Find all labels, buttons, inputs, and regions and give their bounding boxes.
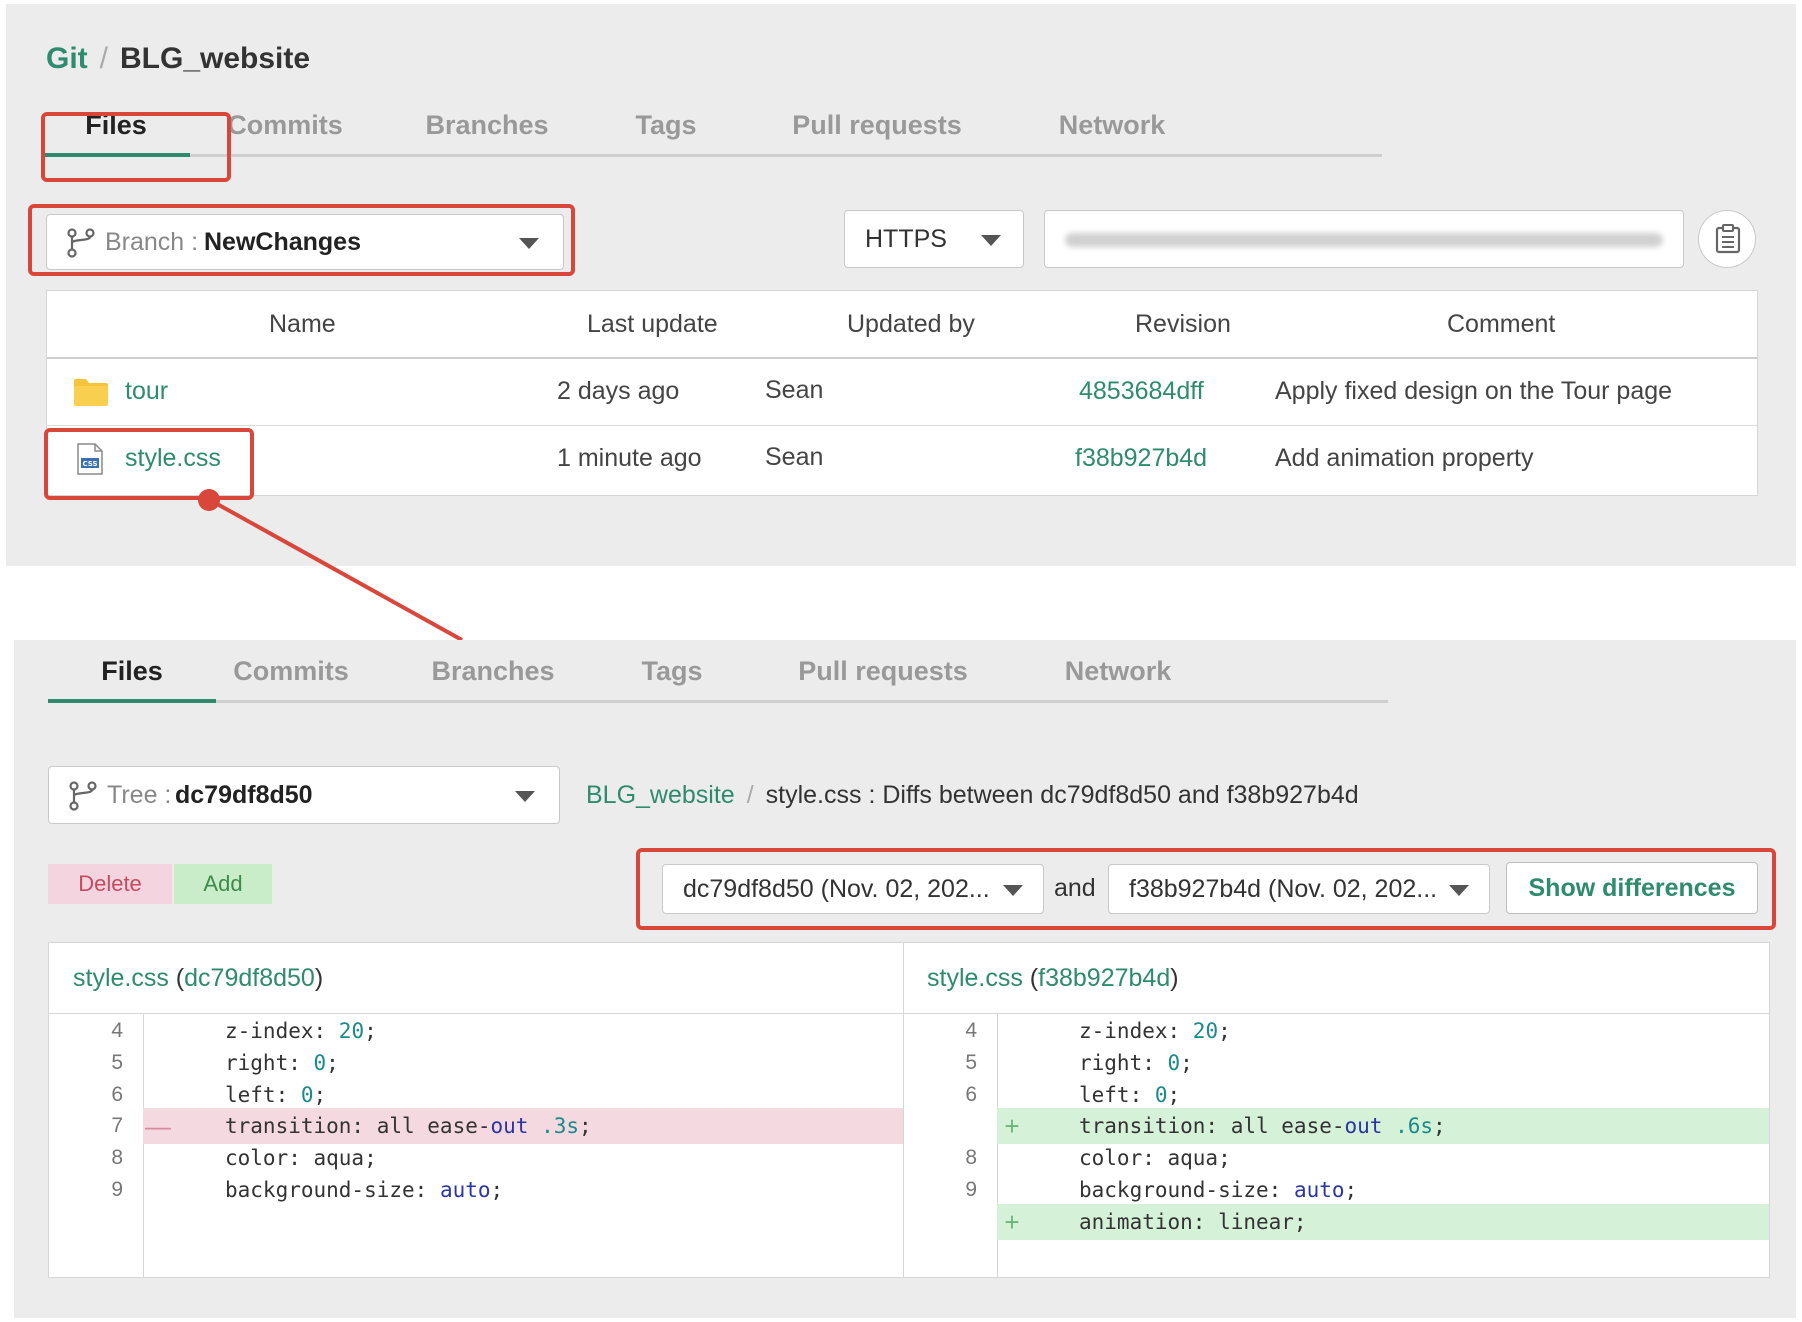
diff-line: 4 z-index: 20; [49,1013,903,1049]
line-number: 5 [965,1050,977,1074]
chevron-down-icon [1003,885,1023,896]
tab-pull-requests[interactable]: Pull requests [778,644,988,700]
left-file-name[interactable]: style.css [73,964,169,992]
tab-network[interactable]: Network [1048,644,1188,700]
line-number: 6 [111,1082,123,1106]
compare-and-label: and [1054,874,1096,902]
to-revision-select[interactable]: f38b927b4d (Nov. 02, 202... [1108,864,1490,914]
line-number: 8 [965,1146,977,1170]
diff-line: + transition: all ease-out .6s; [903,1108,1769,1145]
right-file-header: style.css (f38b927b4d) [927,964,1179,992]
line-number: 6 [965,1082,977,1106]
code-text: color: aqua; [1079,1146,1231,1171]
tab-files[interactable]: Files [48,644,216,703]
diff-line: 4 z-index: 20; [903,1013,1769,1049]
left-file-header: style.css (dc79df8d50) [73,964,324,992]
line-number: 4 [111,1019,123,1042]
right-file-name[interactable]: style.css [927,964,1023,992]
line-number: 5 [111,1050,123,1074]
tree-label: Tree : [107,781,172,809]
left-file-rev[interactable]: dc79df8d50 [184,964,315,992]
diff-line: 9 background-size: auto; [49,1172,903,1208]
code-text: background-size: auto; [225,1178,504,1202]
code-text: transition: all ease-out .6s; [1079,1114,1446,1139]
branch-icon [69,781,97,811]
line-number: 4 [965,1019,977,1042]
path-separator: / [746,781,754,809]
code-text: animation: linear; [1079,1209,1307,1234]
path-repo-link[interactable]: BLG_website [586,781,735,809]
code-text: z-index: 20; [225,1019,377,1043]
chevron-down-icon [1449,885,1469,896]
right-file-rev[interactable]: f38b927b4d [1038,964,1170,992]
diff-path: BLG_website / style.css : Diffs between dc… [586,766,1359,824]
line-number: 9 [965,1178,977,1201]
added-line-icon: + [1004,1206,1020,1237]
code-text: background-size: auto; [1079,1178,1358,1202]
code-text: left: 0; [1079,1082,1181,1107]
added-line-icon: + [1004,1111,1020,1142]
from-revision-select[interactable]: dc79df8d50 (Nov. 02, 202... [662,864,1044,914]
tab-commits[interactable]: Commits [216,644,366,700]
line-number: 8 [111,1146,123,1170]
code-text: right: 0; [1079,1050,1193,1075]
diff-line: 9 background-size: auto; [903,1172,1769,1208]
diff-line: 6 left: 0; [903,1077,1769,1113]
tab-bar: Files Commits Branches Tags Pull request… [48,644,1388,703]
code-text: right: 0; [225,1050,339,1075]
diff-line: — 7 transition: all ease-out .3s; [49,1108,903,1145]
diff-view: style.css (dc79df8d50) style.css (f38b92… [48,942,1770,1278]
diff-line: 6 left: 0; [49,1077,903,1113]
left-diff-pane: 4 z-index: 20; 5 right: 0; 6 left: 0; — 7 transi… [49,1013,903,1277]
diff-line: 5 right: 0; [49,1045,903,1081]
show-differences-button[interactable]: Show differences [1506,862,1758,914]
code-text: left: 0; [225,1082,327,1107]
removed-line-icon: — [145,1111,171,1142]
code-text: color: aqua; [225,1146,377,1171]
line-number: 7 [111,1114,123,1138]
diff-line: 8 color: aqua; [903,1140,1769,1176]
from-revision-value: dc79df8d50 (Nov. 02, 202... [683,875,990,903]
legend-add: Add [174,864,272,904]
chevron-down-icon [515,791,535,802]
diff-panel: Files Commits Branches Tags Pull request… [14,640,1796,1318]
to-revision-value: f38b927b4d (Nov. 02, 202... [1129,875,1438,903]
right-diff-pane: 4 z-index: 20; 5 right: 0; 6 left: 0; + transit… [903,1013,1769,1277]
tree-select[interactable]: Tree : dc79df8d50 [48,766,560,824]
diff-line: + animation: linear; [903,1203,1769,1240]
tab-branches[interactable]: Branches [418,644,568,700]
tab-tags[interactable]: Tags [612,644,732,700]
tree-value: dc79df8d50 [175,781,313,809]
code-text: z-index: 20; [1079,1019,1231,1043]
diff-line: 8 color: aqua; [49,1140,903,1176]
legend-delete: Delete [48,864,172,904]
code-text: transition: all ease-out .3s; [225,1114,592,1139]
diff-line: 5 right: 0; [903,1045,1769,1081]
line-number: 9 [111,1178,123,1201]
diff-title: style.css : Diffs between dc79df8d50 and… [765,781,1359,809]
